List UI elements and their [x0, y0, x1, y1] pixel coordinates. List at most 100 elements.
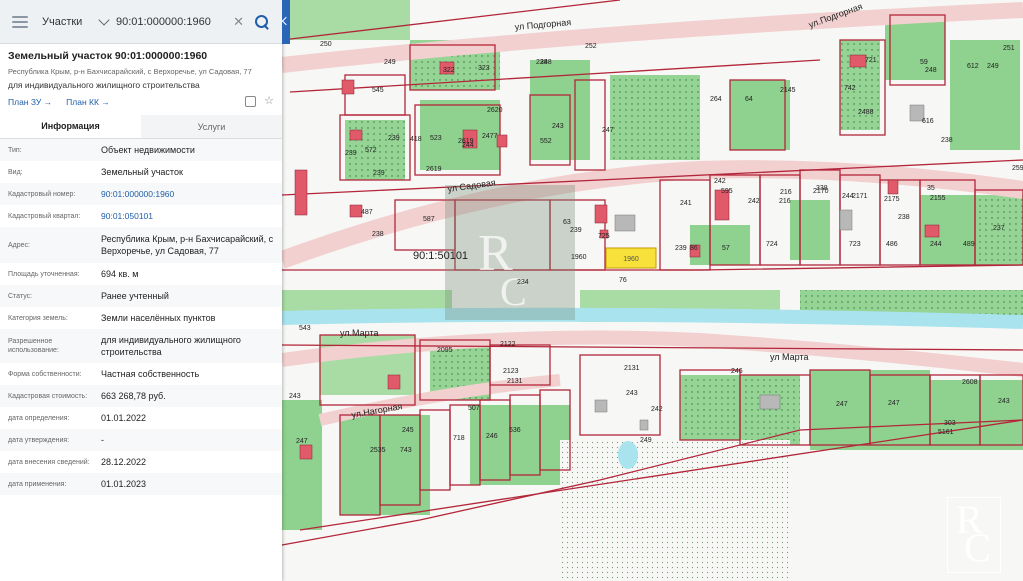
- parcel-number: 2619: [426, 166, 442, 173]
- info-row: дата внесения сведений: 28.12.2022: [0, 451, 282, 473]
- info-row: дата применения: 01.01.2023: [0, 473, 282, 495]
- info-row-label: Адрес:: [8, 241, 30, 249]
- parcel-number: 2620: [487, 107, 503, 114]
- parcel-number: 76: [619, 277, 627, 284]
- parcel-number: 2591: [1012, 165, 1023, 172]
- parcel-number: 238: [536, 59, 548, 66]
- parcel-number: 238: [898, 214, 910, 221]
- parcel-number: 64: [745, 96, 753, 103]
- info-table: Тип: Объект недвижимости Вид: Земельный уча…: [0, 139, 282, 495]
- parcel-number: 249: [987, 63, 999, 70]
- tabs: Информация Услуги: [0, 115, 282, 139]
- info-row-label: Вид:: [8, 168, 23, 176]
- collapse-panel-button[interactable]: [282, 0, 290, 44]
- info-row-label: Тип:: [8, 146, 22, 154]
- info-row: Адрес: Республика Крым, р-н Бахчисарайски…: [0, 227, 282, 263]
- parcel-number: 2171: [852, 193, 868, 200]
- info-row: Статус: Ранее учтенный: [0, 285, 282, 307]
- parcel-title: Земельный участок 90:01:000000:1960: [8, 50, 208, 62]
- info-row-value: 01.01.2022: [101, 413, 147, 423]
- parcel-number: 216: [780, 189, 792, 196]
- parcel-number: 724: [766, 241, 778, 248]
- menu-icon[interactable]: [12, 15, 28, 28]
- parcel-number: 742: [844, 85, 856, 92]
- pond: [618, 441, 638, 469]
- parcel-number: 245: [402, 427, 414, 434]
- parcel-number: 489: [963, 241, 975, 248]
- copy-icon[interactable]: [245, 96, 257, 107]
- parcel-number: 2131: [624, 365, 640, 372]
- info-row-value: Земли населённых пунктов: [101, 313, 216, 323]
- parcel-number: 725: [598, 233, 610, 240]
- info-row-label: Площадь уточненная:: [8, 270, 80, 278]
- parcel-number: 2131: [507, 378, 523, 385]
- info-row: дата утверждения: -: [0, 429, 282, 451]
- info-row-value: -: [101, 435, 104, 445]
- info-row-value: Ранее учтенный: [101, 291, 169, 301]
- parcel-number: 244: [462, 142, 474, 149]
- tab-services[interactable]: Услуги: [141, 115, 282, 138]
- parcel-number: 234: [517, 279, 529, 286]
- star-icon[interactable]: ☆: [264, 96, 274, 107]
- parcel-number: 323: [478, 65, 490, 72]
- selected-parcel-label: 1960: [623, 256, 639, 263]
- parcel-number: 248: [925, 67, 937, 74]
- plan-zu-link[interactable]: План ЗУ →: [8, 97, 52, 107]
- parcel-number: 238: [372, 231, 384, 238]
- parcel-number: 246: [486, 433, 498, 440]
- parcel-number: 242: [748, 198, 760, 205]
- parcel-address: Республика Крым, р-н Бахчисарайский, с В…: [8, 67, 252, 76]
- parcel-number: 86: [690, 245, 698, 252]
- search-bar: Участки 90:01:000000:1960 ✕: [0, 0, 282, 44]
- parcel-number: 264: [710, 96, 722, 103]
- info-row: Категория земель: Земли населённых пункто…: [0, 307, 282, 329]
- parcel-number: 743: [400, 447, 412, 454]
- parcel-number: 322: [443, 67, 455, 74]
- parcel-number: 35: [927, 185, 935, 192]
- parcel-number: 243: [289, 393, 301, 400]
- parcel-number: 244: [930, 241, 942, 248]
- parcel-number: 2123: [503, 368, 519, 375]
- info-row-value: Земельный участок: [101, 167, 183, 177]
- parcel-number: 2145: [780, 87, 796, 94]
- close-icon[interactable]: ✕: [233, 14, 244, 30]
- parcel-number: 57: [722, 245, 730, 252]
- info-row-value: Частная собственность: [101, 369, 200, 379]
- street-label: ул.Марта: [340, 328, 379, 338]
- parcel-number: 241: [680, 200, 692, 207]
- tab-info[interactable]: Информация: [0, 115, 141, 138]
- info-row-label: Форма собственности:: [8, 370, 82, 378]
- info-row-label: дата определения:: [8, 414, 70, 422]
- parcel-number: 251: [1003, 45, 1015, 52]
- info-row-value: для индивидуального жилищного строительс…: [101, 335, 241, 357]
- parcel-number: 723: [849, 241, 861, 248]
- parcel-number: 2170: [813, 188, 829, 195]
- chevron-down-icon[interactable]: [98, 13, 110, 26]
- parcel-number: 247: [602, 127, 614, 134]
- info-row-value[interactable]: 90:01:000000:1960: [101, 188, 276, 200]
- parcel-number: 239: [675, 245, 687, 252]
- info-row: Кадастровый номер: 90:01:000000:1960: [0, 183, 282, 205]
- search-input[interactable]: 90:01:000000:1960: [116, 16, 233, 28]
- parcel-number: 595: [721, 188, 733, 195]
- parcel-number: 486: [886, 241, 898, 248]
- info-row: Вид: Земельный участок: [0, 161, 282, 183]
- info-row: дата определения: 01.01.2022: [0, 407, 282, 429]
- info-row-value[interactable]: 90:01:050101: [101, 210, 276, 222]
- parcel-number: 239: [570, 227, 582, 234]
- plan-kk-link[interactable]: План КК →: [66, 97, 110, 107]
- parcel-number: 487: [361, 209, 373, 216]
- category-select[interactable]: Участки: [42, 16, 96, 28]
- parcel-number: 303: [944, 420, 956, 427]
- parcel-number: 247: [296, 438, 308, 445]
- parcel-number: 237: [993, 225, 1005, 232]
- info-row-label: дата утверждения:: [8, 436, 70, 444]
- parcel-number: 572: [365, 147, 377, 154]
- parcel-number: 2608: [962, 379, 978, 386]
- parcel-number: 2488: [858, 109, 874, 116]
- search-icon[interactable]: [254, 14, 270, 30]
- parcel-number: 2535: [370, 447, 386, 454]
- parcel-number: 718: [453, 435, 465, 442]
- quarter-label: 90:1:50101: [413, 250, 468, 262]
- info-row-label: дата применения:: [8, 480, 67, 488]
